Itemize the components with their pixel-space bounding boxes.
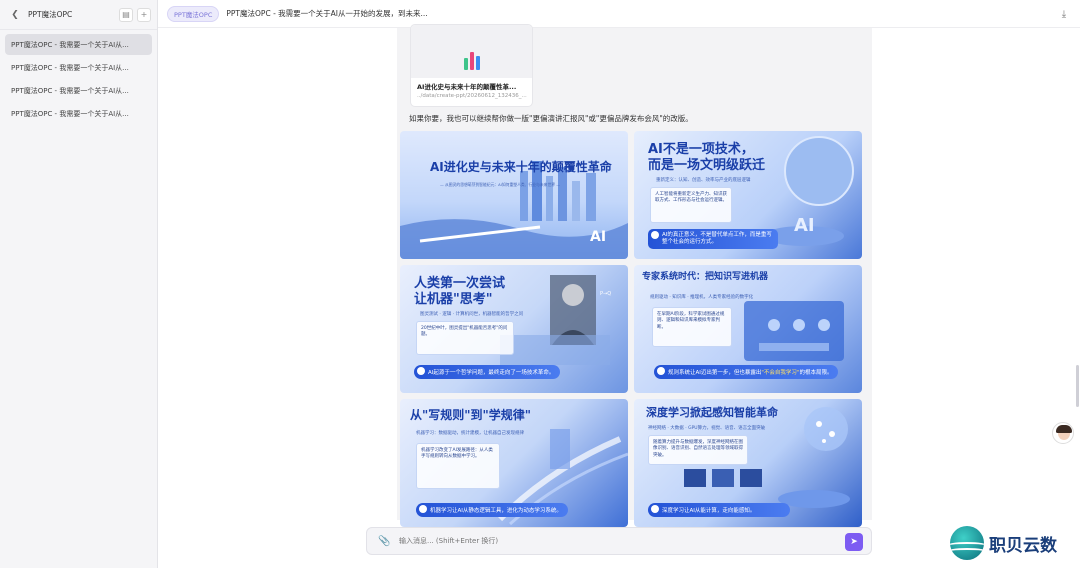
slide-subtitle: — 从图灵的思想萌芽到智能纪元：AI如何重塑人类、行业与未来世界 — [440,182,561,187]
callout-text: AI起源于一个哲学问题，最终走向了一场技术革命。 [428,370,555,376]
slide-subtitle: 重新定义：认知、创造、效率与产业的底层逻辑 [656,178,751,183]
download-icon[interactable]: ⤓ [1058,8,1070,20]
slide-textbox: 20世纪中叶，图灵提出"机器能否思考"的问题。 [416,321,514,355]
slide-preview-5[interactable]: 从"写规则"到"学规律" 机器学习：数据驱动，统计建模，让机器自己发现规律 机器… [400,399,628,527]
scrollbar-thumb[interactable] [1076,365,1079,407]
send-icon: ➤ [850,537,858,547]
target-icon [651,231,659,239]
chart-bar-icon [469,52,474,70]
conversation-item[interactable]: PPT魔法OPC - 我需要一个关于AI从... [5,103,152,124]
svg-text:AI: AI [590,229,606,245]
chevron-left-icon[interactable]: ❮ [8,8,22,22]
conversation-item[interactable]: PPT魔法OPC - 我需要一个关于AI从... [5,34,152,55]
callout-text: AI的真正意义，不是替代单点工作，而是重写整个社会的运行方式。 [662,232,772,246]
slide-callout: 深度学习让AI从能计算，走向能感知。 [648,503,790,517]
callout-text: 机器学习让AI从静态逻辑工具，进化为动态学习系统。 [430,508,562,514]
message-input[interactable] [399,537,799,545]
slide-title: 专家系统时代：把知识写进机器 [642,272,769,282]
slide-callout: 机器学习让AI从静态逻辑工具，进化为动态学习系统。 [416,503,568,517]
conversation-list: PPT魔法OPC - 我需要一个关于AI从... PPT魔法OPC - 我需要一… [0,30,157,124]
chart-bar-icon [463,58,468,70]
slide-title-line1: 人类第一次尝试 [414,276,506,291]
message-composer: 📎 ➤ [366,527,872,555]
send-button[interactable]: ➤ [845,533,863,551]
slide-preview-2[interactable]: AI AI不是一项技术， 而是一场文明级跃迁 重新定义：认知、创造、效率与产业的… [634,131,862,259]
assistant-avatar[interactable] [1052,422,1074,444]
slide-subtitle: 规则驱动 · 知识库 · 推理机，人类专家经验的数字化 [650,295,754,300]
slide-title: 深度学习掀起感知智能革命 [646,406,778,419]
slide-title-line2: 而是一场文明级跃迁 [648,158,766,173]
callout-highlight: "不会自我学习" [761,370,800,376]
slide-callout: AI的真正意义，不是替代单点工作，而是重写整个社会的运行方式。 [648,229,778,250]
archive-button[interactable]: ▤ [119,7,133,22]
slide-textbox: 人工智能将重新定义生产力、知识获取方式、工作形态与社会运行逻辑。 [650,187,732,223]
slide-subtitle: 神经网络 · 大数据 · GPU算力，视觉、语音、语言全面突破 [648,426,766,431]
slide-callout: 规则系统让AI迈出第一步，但也暴露出"不会自我学习"的根本局限。 [654,365,839,379]
callout-text-post: 的根本局限。 [799,370,833,376]
slide-callout: AI起源于一个哲学问题，最终走向了一场技术革命。 [414,365,561,379]
slide-preview-1[interactable]: AI AI进化史与未来十年的颠覆性革命 — 从图灵的思想萌芽到智能纪元：AI如何… [400,131,628,259]
slide-textbox: 机器学习改变了AI发展路径：从人类手写规则转向从数据中学习。 [416,443,500,489]
file-thumbnail [411,25,532,78]
conversation-title: PPT魔法OPC - 我需要一个关于AI从一开始的发展，到未来... [226,9,428,18]
svg-text:AI: AI [794,215,815,236]
new-chat-button[interactable]: + [137,7,151,22]
file-path: ../data/create-ppt/20260612_132436_... [417,93,527,99]
target-icon [417,367,425,375]
slide-title: AI进化史与未来十年的颠覆性革命 [430,160,612,174]
sidebar: ❮ PPT魔法OPC ▤ + PPT魔法OPC - 我需要一个关于AI从... … [0,0,158,568]
slide-title-line2: 让机器"思考" [414,292,493,307]
target-icon [657,367,665,375]
callout-text: 深度学习让AI从能计算，走向能感知。 [662,508,756,514]
watermark-text: 职贝云数 [989,535,1057,556]
chart-bar-icon [475,56,480,70]
slide-subtitle: 图灵测试 · 逻辑 · 计算机问世，机器智能的哲学之问 [420,312,524,317]
chat-area: AI进化史与未来十年的颠覆性革... ../data/create-ppt/20… [158,24,1080,527]
svg-text:P→Q: P→Q [600,291,611,297]
slide-preview-3[interactable]: P→Q 人类第一次尝试 让机器"思考" 图灵测试 · 逻辑 · 计算机问世，机器… [400,265,628,393]
target-icon [419,505,427,513]
slide-title-line1: AI不是一项技术， [648,142,754,157]
slide-title: 从"写规则"到"学规律" [410,408,532,422]
callout-text-pre: 规则系统让AI迈出第一步，但也暴露出 [668,370,762,376]
sidebar-header: ❮ PPT魔法OPC ▤ + [0,0,157,30]
trophy-icon [651,505,659,513]
agent-tag: PPT魔法OPC [167,5,220,22]
city-illustration: AI [400,161,628,259]
sidebar-title: PPT魔法OPC [28,10,73,19]
watermark: 职贝云数 [950,524,1076,562]
assistant-message: 如果你要，我也可以继续帮你做一版"更偏演讲汇报风"或"更偏品牌发布会风"的改版。 [409,114,693,123]
slide-subtitle: 机器学习：数据驱动，统计建模，让机器自己发现规律 [416,431,524,436]
conversation-header: PPT魔法OPC PPT魔法OPC - 我需要一个关于AI从一开始的发展，到未来… [158,0,1080,28]
conversation-item[interactable]: PPT魔法OPC - 我需要一个关于AI从... [5,80,152,101]
paperclip-icon[interactable]: 📎 [378,536,390,547]
slide-textbox: 在早期AI阶段，科学家试图通过规则、逻辑和知识库来模拟专家判断。 [652,307,732,347]
slide-preview-4[interactable]: 专家系统时代：把知识写进机器 规则驱动 · 知识库 · 推理机，人类专家经验的数… [634,265,862,393]
file-name: AI进化史与未来十年的颠覆性革... [417,83,517,91]
watermark-logo-icon [950,526,984,560]
file-attachment-card[interactable]: AI进化史与未来十年的颠覆性革... ../data/create-ppt/20… [410,24,533,107]
slide-preview-6[interactable]: 深度学习掀起感知智能革命 神经网络 · 大数据 · GPU算力，视觉、语音、语言… [634,399,862,527]
avatar-hair [1056,425,1072,433]
conversation-item[interactable]: PPT魔法OPC - 我需要一个关于AI从... [5,57,152,78]
slide-textbox: 随着算力提升与数据爆发，深度神经网络在图像识别、语音识别、自然语言处理等领域取得… [648,435,748,465]
